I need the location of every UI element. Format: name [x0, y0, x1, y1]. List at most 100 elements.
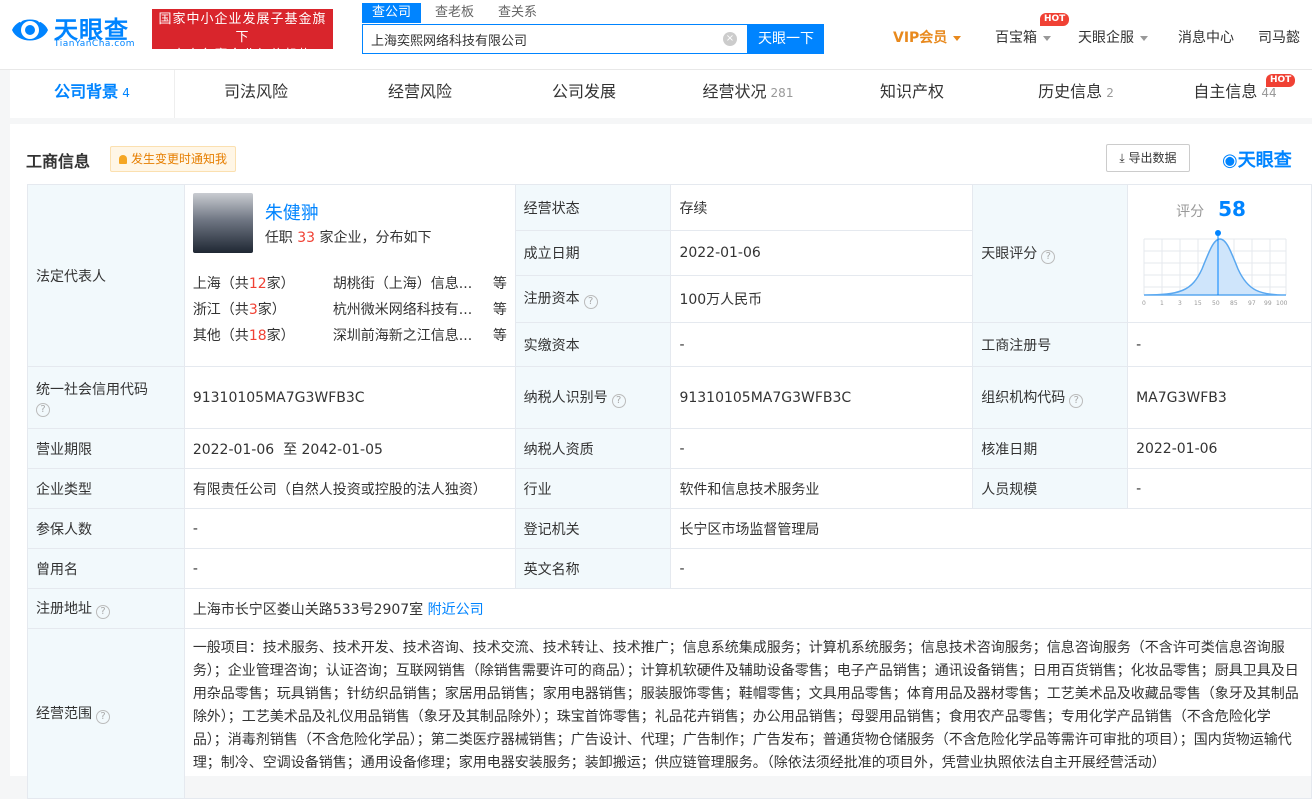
avatar[interactable] — [192, 193, 253, 253]
enterprise-service-label: 天眼企服 — [1078, 30, 1134, 46]
region-unit: 家） — [266, 328, 295, 344]
company-type-value: 有限责任公司（自然人投资或控股的法人独资） — [183, 468, 516, 509]
reg-no-label: 工商注册号 — [972, 322, 1129, 367]
tax-id-value[interactable]: 91310105MA7G3WFB3C — [670, 366, 974, 429]
hot-badge: HOT — [1266, 74, 1296, 87]
export-label: 导出数据 — [1128, 151, 1177, 165]
industry-label: 行业 — [514, 468, 672, 509]
business-info-table: 法定代表人 朱健翀 任职 33 家企业，分布如下 上海（共12家） 胡桃街（上海… — [27, 183, 1312, 799]
help-icon[interactable]: ? — [1041, 250, 1056, 265]
region-company[interactable]: 杭州微米网络科技有... — [333, 299, 483, 319]
search-button[interactable]: 天眼一下 — [748, 24, 824, 54]
term-label: 营业期限 — [27, 428, 185, 469]
enterprise-service-menu[interactable]: 天眼企服 — [1078, 28, 1148, 48]
tax-qualification-label: 纳税人资质 — [514, 428, 672, 469]
legal-rep-region-row: 上海（共12家） 胡桃街（上海）信息... 等 — [193, 273, 513, 293]
message-center-link[interactable]: 消息中心 — [1178, 28, 1234, 48]
region-etc[interactable]: 等 — [493, 325, 507, 345]
authority-value: 长宁区市场监督管理局 — [670, 508, 1312, 549]
notify-label: 发生变更时通知我 — [131, 152, 228, 166]
axis-tick: 100 — [1276, 300, 1288, 307]
tab-judicial-risk[interactable]: 司法风险 — [174, 70, 338, 118]
found-date-label: 成立日期 — [514, 230, 672, 276]
address-cell: 上海市长宁区娄山关路533号2907室 附近公司 — [183, 588, 1312, 629]
tab-label: 自主信息 — [1193, 82, 1258, 101]
company-tabs: 公司背景 4 司法风险 经营风险 公司发展 经营状况 281 知识产权 历史信息 2 … — [10, 70, 1312, 118]
vip-label: VIP会员 — [893, 30, 948, 46]
legal-rep-name[interactable]: 朱健翀 — [265, 199, 319, 225]
region-etc[interactable]: 等 — [493, 299, 507, 319]
region-name: 浙江（共 — [192, 302, 249, 318]
tab-count: 2 — [1106, 86, 1114, 100]
region-company[interactable]: 深圳前海新之江信息... — [333, 325, 483, 345]
help-icon[interactable]: ? — [583, 295, 598, 310]
tab-label: 经营状况 — [702, 82, 767, 101]
capital-label-cell: 注册资本? — [514, 274, 672, 324]
tab-history[interactable]: 历史信息 2 — [994, 70, 1158, 118]
status-label: 经营状态 — [514, 183, 672, 232]
brand-eye-icon: ◉ — [1222, 150, 1238, 171]
help-icon[interactable]: ? — [611, 394, 626, 408]
region: 浙江（共3家） — [193, 302, 286, 318]
axis-tick: 0 — [1142, 300, 1146, 307]
region-unit: 家） — [266, 276, 295, 292]
axis-tick: 85 — [1230, 300, 1238, 307]
search-input[interactable] — [363, 25, 703, 53]
region: 其他（共18家） — [193, 328, 295, 344]
legal-rep-region-row: 浙江（共3家） 杭州微米网络科技有... 等 — [193, 299, 513, 319]
score-value: 58 — [1218, 197, 1246, 222]
address-value: 上海市长宁区娄山关路533号2907室 — [192, 601, 424, 618]
tax-id-label-cell: 纳税人识别号? — [514, 366, 672, 429]
region-company[interactable]: 胡桃街（上海）信息... — [333, 273, 483, 293]
summary-prefix: 任职 — [264, 230, 293, 246]
reg-no-value: - — [1127, 322, 1312, 367]
search-tab-boss[interactable]: 查老板 — [425, 3, 484, 23]
notify-change-button[interactable]: 发生变更时通知我 — [110, 146, 237, 172]
legal-rep-region-row: 其他（共18家） 深圳前海新之江信息... 等 — [193, 325, 513, 345]
user-menu[interactable]: 司马懿 — [1258, 28, 1306, 48]
credit-code-value[interactable]: 91310105MA7G3WFB3C — [183, 366, 516, 429]
nearby-company-link[interactable]: 附近公司 — [428, 602, 484, 618]
tab-label: 司法风险 — [223, 82, 288, 101]
help-icon[interactable]: ? — [96, 605, 110, 619]
axis-tick: 3 — [1178, 300, 1182, 307]
legal-rep-cell: 朱健翀 任职 33 家企业，分布如下 上海（共12家） 胡桃街（上海）信息...… — [183, 184, 516, 367]
org-code-label-cell: 组织机构代码? — [972, 366, 1129, 429]
help-icon[interactable]: ? — [36, 402, 50, 417]
help-icon[interactable]: ? — [96, 710, 110, 724]
chart-axis-ticks: 0 1 3 15 50 85 97 99 100 — [1142, 300, 1288, 307]
logo-eye-icon — [12, 16, 48, 41]
region-unit: 家） — [257, 302, 286, 318]
search-tab-company[interactable]: 查公司 — [362, 3, 422, 23]
address-label: 注册地址 — [36, 601, 92, 617]
clear-icon[interactable]: × — [723, 32, 737, 46]
site-logo[interactable]: 天眼查 TianYanCha.com — [8, 8, 148, 52]
official-banner: 国家中小企业发展子基金旗下 官方备案企业征信机构 — [152, 9, 333, 63]
tab-operation-risk[interactable]: 经营风险 — [338, 70, 502, 118]
vip-menu[interactable]: VIP会员 — [893, 28, 962, 48]
tab-ip[interactable]: 知识产权 — [830, 70, 994, 118]
tab-operating-status[interactable]: 经营状况 281 — [666, 70, 830, 118]
search-tab-relation[interactable]: 查关系 — [488, 3, 547, 23]
org-code-value[interactable]: MA7G3WFB3 — [1127, 366, 1312, 429]
export-data-button[interactable]: ⤓ 导出数据 — [1106, 144, 1190, 172]
score-label: 天眼评分 — [981, 246, 1038, 263]
help-icon[interactable]: ? — [1069, 394, 1084, 408]
hot-badge: HOT — [1040, 13, 1070, 26]
staff-size-value: - — [1127, 468, 1312, 509]
tab-development[interactable]: 公司发展 — [502, 70, 666, 118]
score-caption: 评分 — [1176, 204, 1205, 221]
score-label-cell: 天眼评分? — [972, 183, 1129, 324]
region-etc[interactable]: 等 — [493, 273, 507, 293]
org-code-label: 组织机构代码 — [981, 390, 1066, 406]
brand-text: 天眼查 — [1237, 150, 1292, 171]
credit-code-label-cell: 统一社会信用代码? — [27, 366, 185, 429]
insured-value: - — [183, 508, 516, 549]
brand-watermark: ◉天眼查 — [1222, 146, 1292, 172]
score-widget[interactable]: 评分 58 0 1 3 15 50 85 97 99 100 — [1128, 191, 1311, 316]
treasure-box-menu[interactable]: 百宝箱 — [995, 28, 1051, 48]
tab-background[interactable]: 公司背景 4 — [10, 70, 174, 118]
tab-count: 44 — [1261, 86, 1277, 100]
bell-icon — [119, 155, 127, 164]
axis-tick: 99 — [1264, 300, 1272, 307]
